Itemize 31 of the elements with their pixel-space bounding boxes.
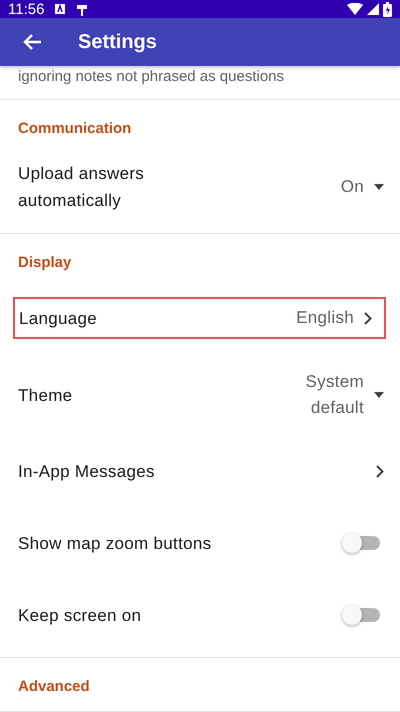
- chevron-right-icon: [364, 312, 372, 324]
- setting-summary: ignoring notes not phrased as questions: [0, 66, 400, 100]
- back-arrow-icon: [22, 33, 42, 51]
- setting-row[interactable]: Theme System default: [0, 355, 400, 435]
- setting-label: Show map zoom buttons: [18, 532, 212, 554]
- setting-label: Upload answers automatically: [18, 163, 146, 212]
- section-header: Advanced: [17, 677, 91, 697]
- wifi-icon: [347, 3, 363, 15]
- chevron-right-icon: [376, 464, 384, 478]
- setting-row[interactable]: In-App Messages: [0, 435, 400, 507]
- setting-label: Language: [19, 308, 98, 330]
- section-header: Display: [17, 253, 72, 273]
- status-time: 11:56: [8, 0, 44, 18]
- setting-row[interactable]: Upload answers automatically On: [0, 147, 400, 227]
- setting-label: Keep screen on: [18, 604, 142, 626]
- setting-row[interactable]: Show map zoom buttons: [0, 507, 400, 579]
- toggle-switch[interactable]: [344, 536, 380, 550]
- dropdown-caret-icon: [374, 184, 384, 190]
- setting-value: English: [296, 307, 354, 329]
- signal-icon: [367, 3, 379, 15]
- highlighted-setting-row[interactable]: Language English: [13, 297, 386, 339]
- notification-icon: [54, 3, 66, 15]
- toggle-switch[interactable]: [344, 608, 380, 622]
- screen-title: Settings: [78, 30, 157, 54]
- setting-value: On: [340, 176, 364, 198]
- setting-label: Theme: [18, 384, 74, 406]
- section-header: Communication: [17, 119, 132, 139]
- setting-value: System default: [304, 371, 364, 419]
- dropdown-caret-icon: [374, 392, 384, 398]
- setting-label: In-App Messages: [18, 460, 156, 482]
- setting-row[interactable]: Keep screen on: [0, 579, 400, 651]
